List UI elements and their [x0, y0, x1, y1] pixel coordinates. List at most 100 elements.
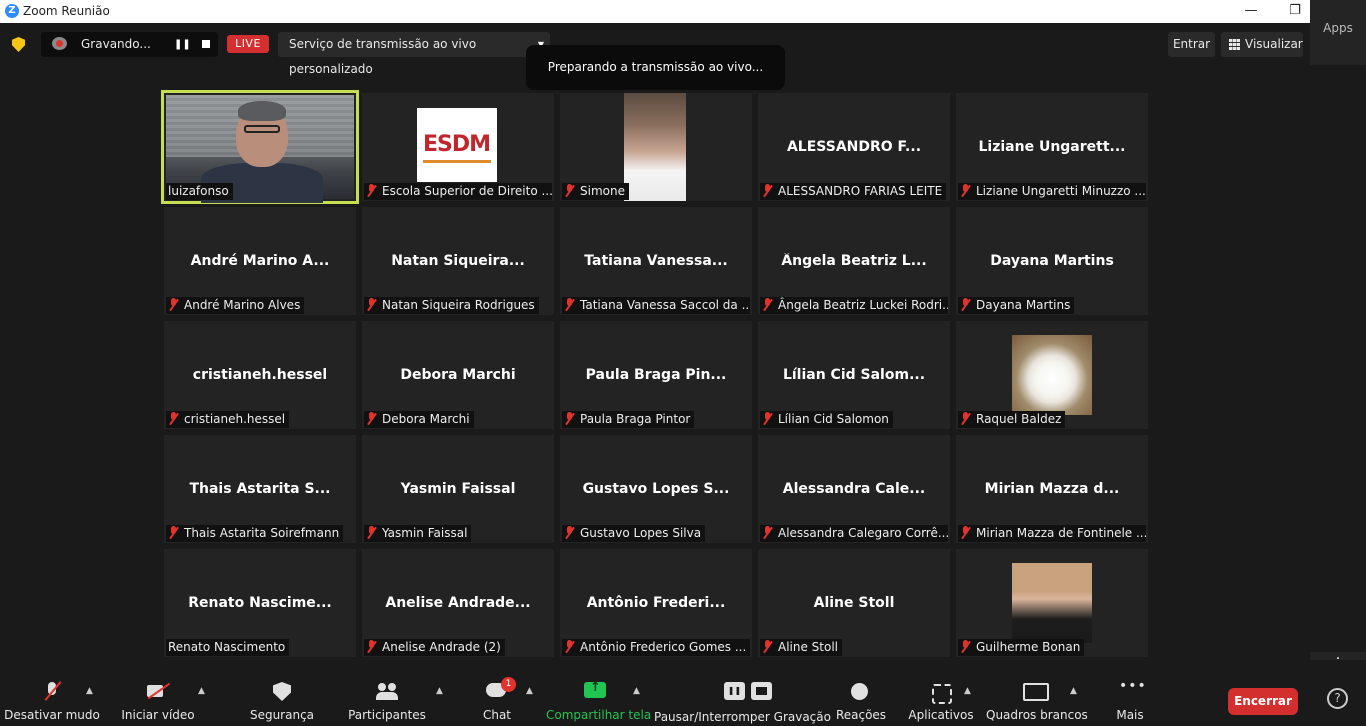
participant-name: ALESSANDRO FARIAS LEITE	[778, 184, 943, 198]
more-label: Mais	[1116, 708, 1144, 722]
participant-tile[interactable]: Dayana Martins Dayana Martins	[956, 207, 1148, 315]
participant-name-label: Aline Stoll	[760, 639, 843, 656]
apps-icon	[930, 682, 952, 704]
participant-name-label: Antônio Frederico Gomes ...	[562, 639, 750, 656]
participant-name: Mirian Mazza de Fontinele ...	[976, 526, 1146, 540]
participant-tile[interactable]: ESDM Escola Superior de Direito ...	[362, 93, 554, 201]
chevron-up-icon[interactable]: ▲	[526, 686, 533, 696]
pause-recording-icon[interactable]: ❚❚	[174, 39, 191, 50]
participant-tile[interactable]: Natan Siqueira... Natan Siqueira Rodrigue…	[362, 207, 554, 315]
participant-name-label: Alessandra Calegaro Corrê...	[760, 525, 948, 542]
profile-photo	[624, 93, 686, 201]
microphone-muted-icon	[564, 298, 575, 311]
participant-tile[interactable]: Aline Stoll Aline Stoll	[758, 549, 950, 657]
participant-name-label: Mirian Mazza de Fontinele ...	[958, 525, 1146, 542]
participant-tile[interactable]: Renato Nascime... Renato Nascimento	[164, 549, 356, 657]
pause-stop-recording-button[interactable]: Pausar/Interromper Gravação	[654, 660, 831, 726]
participant-tile[interactable]: Anelise Andrade... Anelise Andrade (2)	[362, 549, 554, 657]
participant-display-name: Antônio Frederi...	[586, 595, 726, 611]
participant-tile[interactable]: Simone	[560, 93, 752, 201]
participant-name-label: Escola Superior de Direito ...	[364, 183, 552, 200]
apps-panel-button[interactable]: Apps	[1310, 0, 1366, 65]
more-button[interactable]: Mais	[1108, 660, 1152, 726]
whiteboards-button[interactable]: Quadros brancos	[986, 660, 1088, 726]
participant-name-label: Yasmin Faissal	[364, 525, 472, 542]
apps-label: Aplicativos	[908, 708, 974, 722]
pause-stop-icon	[724, 682, 772, 700]
participant-tile[interactable]: cristianeh.hessel cristianeh.hessel	[164, 321, 356, 429]
view-button[interactable]: Visualizar	[1221, 32, 1303, 57]
participant-name-label: Ângela Beatriz Luckei Rodri...	[760, 297, 948, 314]
enter-button[interactable]: Entrar	[1168, 32, 1215, 57]
stream-service-dropdown[interactable]: Serviço de transmissão ao vivo personali…	[278, 32, 550, 76]
help-icon[interactable]: ?	[1327, 688, 1348, 709]
participant-name-label: Liziane Ungaretti Minuzzo ...	[958, 183, 1146, 200]
chevron-up-icon[interactable]: ▲	[633, 686, 640, 696]
participant-name-label: Renato Nascimento	[166, 639, 290, 656]
participant-tile[interactable]: luizafonso	[161, 90, 359, 204]
live-badge: LIVE	[227, 35, 269, 53]
participant-name: Gustavo Lopes Silva	[580, 526, 702, 540]
participant-tile[interactable]: Debora Marchi Debora Marchi	[362, 321, 554, 429]
participant-tile[interactable]: Raquel Baldez	[956, 321, 1148, 429]
chevron-up-icon[interactable]: ▲	[198, 686, 205, 696]
participant-name: Renato Nascimento	[168, 640, 286, 654]
participant-display-name: cristianeh.hessel	[192, 367, 328, 383]
participant-tile[interactable]: Gustavo Lopes S... Gustavo Lopes Silva	[560, 435, 752, 543]
participant-display-name: ALESSANDRO F...	[786, 139, 922, 155]
participant-tile[interactable]: Alessandra Cale... Alessandra Calegaro Co…	[758, 435, 950, 543]
end-meeting-button[interactable]: Encerrar	[1228, 688, 1298, 715]
participant-name: Debora Marchi	[382, 412, 470, 426]
chat-button[interactable]: Chat	[470, 660, 524, 726]
participant-name-label: Debora Marchi	[364, 411, 474, 428]
start-video-button[interactable]: Iniciar vídeo	[114, 660, 202, 726]
pause-stop-recording-label: Pausar/Interromper Gravação	[654, 710, 831, 724]
participants-button[interactable]: Participantes	[342, 660, 432, 726]
share-screen-label: Compartilhar tela	[546, 708, 652, 722]
microphone-muted-icon	[960, 184, 971, 197]
security-shield-icon[interactable]	[12, 37, 25, 52]
recording-label: Gravando...	[81, 37, 151, 51]
reactions-button[interactable]: Reações	[832, 660, 890, 726]
participant-tile[interactable]: Thais Astarita S... Thais Astarita Soiref…	[164, 435, 356, 543]
participant-display-name: Ângela Beatriz L...	[781, 253, 927, 269]
chevron-up-icon[interactable]: ▲	[964, 686, 971, 696]
microphone-muted-icon	[564, 640, 575, 653]
participant-name: Aline Stoll	[778, 640, 839, 654]
participant-name: luizafonso	[168, 184, 229, 198]
profile-photo	[1012, 335, 1092, 415]
microphone-muted-icon	[762, 526, 773, 539]
chevron-up-icon[interactable]: ▲	[86, 686, 93, 696]
participant-name: Liziane Ungaretti Minuzzo ...	[976, 184, 1146, 198]
participant-tile[interactable]: Paula Braga Pin... Paula Braga Pintor	[560, 321, 752, 429]
participant-display-name: Dayana Martins	[990, 253, 1114, 269]
participant-tile[interactable]: Yasmin Faissal Yasmin Faissal	[362, 435, 554, 543]
share-screen-button[interactable]: Compartilhar tela	[546, 660, 652, 726]
participant-name: Escola Superior de Direito ...	[382, 184, 552, 198]
participant-tile[interactable]: Liziane Ungarett... Liziane Ungaretti Min…	[956, 93, 1148, 201]
share-screen-icon	[584, 680, 606, 700]
zoom-logo-icon: Z	[5, 4, 19, 18]
participant-name-label: Lílian Cid Salomon	[760, 411, 893, 428]
participant-tile[interactable]: Antônio Frederi... Antônio Frederico Gome…	[560, 549, 752, 657]
chevron-up-icon[interactable]: ▲	[1070, 686, 1077, 696]
participant-name-label: Natan Siqueira Rodrigues	[364, 297, 539, 314]
participant-tile[interactable]: Ângela Beatriz L... Ângela Beatriz Luckei…	[758, 207, 950, 315]
participant-display-name: André Marino A...	[190, 253, 330, 269]
chat-label: Chat	[482, 708, 512, 722]
participant-tile[interactable]: Guilherme Bonan	[956, 549, 1148, 657]
shield-icon	[273, 682, 291, 701]
security-button[interactable]: Segurança	[242, 660, 322, 726]
stop-recording-icon[interactable]	[202, 40, 210, 48]
minimize-button[interactable]: —	[1228, 0, 1274, 23]
microphone-muted-icon	[564, 184, 575, 197]
participant-tile[interactable]: Mirian Mazza d... Mirian Mazza de Fontine…	[956, 435, 1148, 543]
participant-name: Guilherme Bonan	[976, 640, 1081, 654]
participant-name-label: luizafonso	[166, 183, 233, 200]
participant-name-label: Dayana Martins	[958, 297, 1075, 314]
participant-tile[interactable]: André Marino A... André Marino Alves	[164, 207, 356, 315]
chevron-up-icon[interactable]: ▲	[436, 686, 443, 696]
participant-tile[interactable]: ALESSANDRO F... ALESSANDRO FARIAS LEITE	[758, 93, 950, 201]
participant-tile[interactable]: Lílian Cid Salom... Lílian Cid Salomon	[758, 321, 950, 429]
participant-tile[interactable]: Tatiana Vanessa... Tatiana Vanessa Saccol…	[560, 207, 752, 315]
